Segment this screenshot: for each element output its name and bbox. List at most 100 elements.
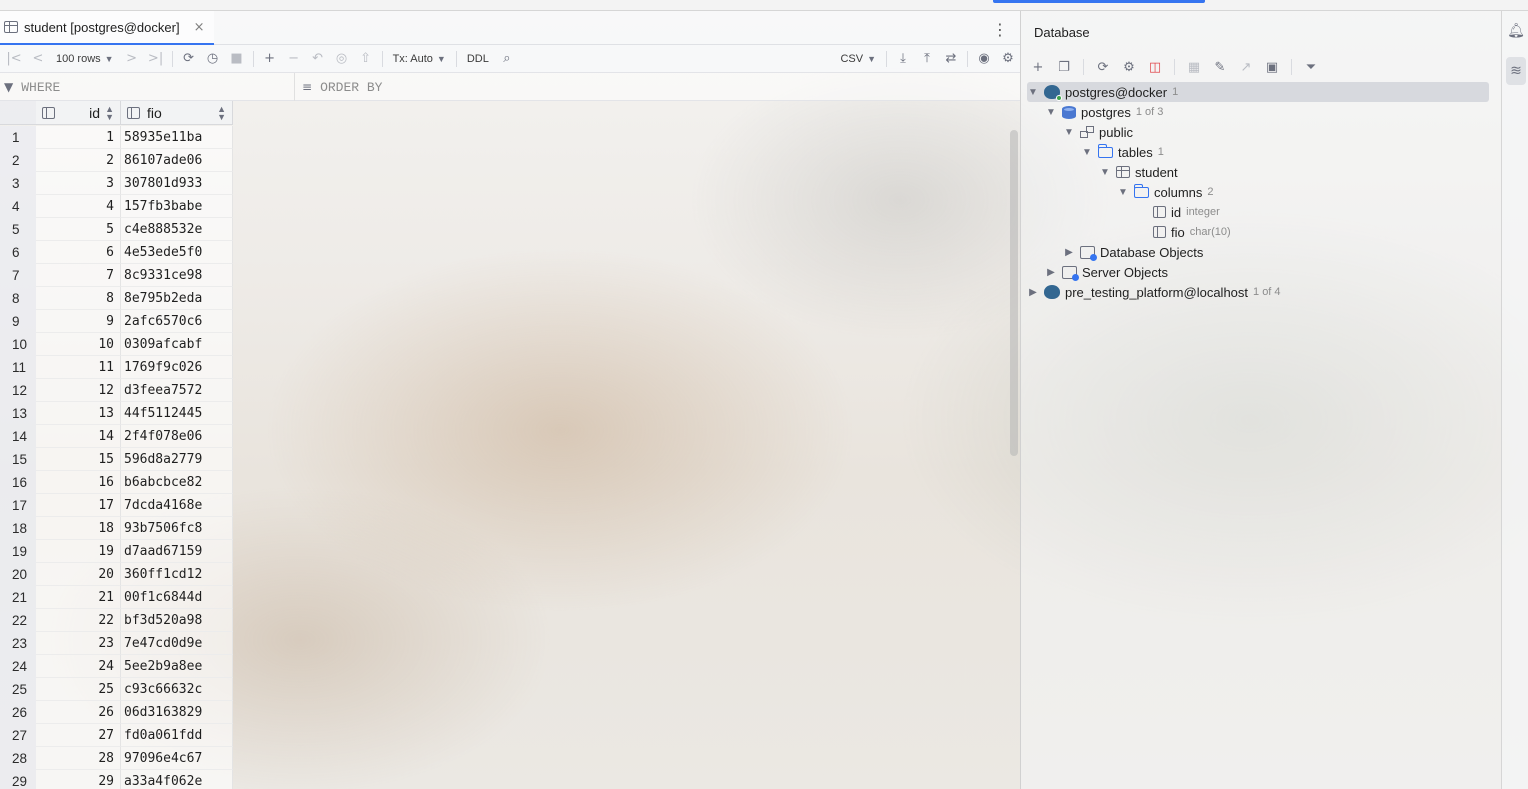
database-tool-icon[interactable]: ≋: [1506, 57, 1526, 85]
cell-fio[interactable]: 58935e11ba: [121, 126, 233, 149]
table-row[interactable]: 16 16 b6abcbce82: [0, 471, 233, 494]
table-row[interactable]: 25 25 c93c66632c: [0, 678, 233, 701]
download-icon[interactable]: ⤓: [891, 48, 915, 70]
where-filter[interactable]: ▼ WHERE: [0, 73, 295, 101]
table-row[interactable]: 8 8 8e795b2eda: [0, 287, 233, 310]
cell-id[interactable]: 9: [36, 310, 121, 333]
cell-fio[interactable]: 596d8a2779: [121, 448, 233, 471]
cell-fio[interactable]: fd0a061fdd: [121, 724, 233, 747]
table-row[interactable]: 29 29 a33a4f062e: [0, 770, 233, 789]
add-icon[interactable]: +: [1027, 56, 1049, 78]
add-row-icon[interactable]: +: [258, 48, 282, 70]
table-row[interactable]: 3 3 307801d933: [0, 172, 233, 195]
cell-id[interactable]: 1: [36, 126, 121, 149]
table-row[interactable]: 24 24 5ee2b9a8ee: [0, 655, 233, 678]
table-row[interactable]: 4 4 157fb3babe: [0, 195, 233, 218]
table-row[interactable]: 6 6 4e53ede5f0: [0, 241, 233, 264]
cell-fio[interactable]: bf3d520a98: [121, 609, 233, 632]
cell-fio[interactable]: 86107ade06: [121, 149, 233, 172]
more-options-icon[interactable]: ⋮: [992, 20, 1008, 39]
sort-icon[interactable]: ▲ ▼: [217, 105, 226, 122]
cell-fio[interactable]: c93c66632c: [121, 678, 233, 701]
cell-id[interactable]: 29: [36, 770, 121, 789]
search-icon[interactable]: ⌕: [495, 48, 519, 70]
chevron-right-icon[interactable]: ▶: [1045, 267, 1057, 278]
cell-id[interactable]: 2: [36, 149, 121, 172]
table-row[interactable]: 10 10 0309afcabf: [0, 333, 233, 356]
view-icon[interactable]: ◉: [972, 48, 996, 70]
chevron-down-icon[interactable]: ▼: [1045, 107, 1057, 118]
history-icon[interactable]: ◷: [201, 48, 225, 70]
stop-icon[interactable]: ■: [225, 48, 249, 70]
delete-row-icon[interactable]: −: [282, 48, 306, 70]
tree-node-public[interactable]: ▼ public: [1063, 122, 1133, 142]
cell-id[interactable]: 3: [36, 172, 121, 195]
table-row[interactable]: 17 17 7dcda4168e: [0, 494, 233, 517]
cell-fio[interactable]: c4e888532e: [121, 218, 233, 241]
cell-id[interactable]: 10: [36, 333, 121, 356]
table-row[interactable]: 13 13 44f5112445: [0, 402, 233, 425]
settings-icon[interactable]: ⚙: [1118, 56, 1140, 78]
cell-id[interactable]: 26: [36, 701, 121, 724]
cell-id[interactable]: 23: [36, 632, 121, 655]
copy-icon[interactable]: ❐: [1053, 56, 1075, 78]
cell-id[interactable]: 22: [36, 609, 121, 632]
cell-fio[interactable]: 06d3163829: [121, 701, 233, 724]
table-row[interactable]: 7 7 8c9331ce98: [0, 264, 233, 287]
cell-id[interactable]: 25: [36, 678, 121, 701]
order-by-filter[interactable]: ≡ ORDER BY: [296, 73, 1016, 101]
table-row[interactable]: 14 14 2f4f078e06: [0, 425, 233, 448]
first-page-icon[interactable]: |<: [2, 48, 26, 70]
cell-id[interactable]: 15: [36, 448, 121, 471]
cell-fio[interactable]: d7aad67159: [121, 540, 233, 563]
cell-id[interactable]: 19: [36, 540, 121, 563]
sort-icon[interactable]: ▲ ▼: [105, 105, 114, 122]
cell-fio[interactable]: 7e47cd0d9e: [121, 632, 233, 655]
settings-icon[interactable]: ⚙: [996, 48, 1020, 70]
disconnect-icon[interactable]: ◫: [1144, 56, 1166, 78]
ddl-button[interactable]: DDL: [461, 53, 495, 65]
cell-fio[interactable]: 157fb3babe: [121, 195, 233, 218]
tree-node-columns[interactable]: ▼ columns 2: [1117, 182, 1214, 202]
table-row[interactable]: 1 1 58935e11ba: [0, 126, 233, 149]
cell-fio[interactable]: 97096e4c67: [121, 747, 233, 770]
table-row[interactable]: 23 23 7e47cd0d9e: [0, 632, 233, 655]
cell-fio[interactable]: 0309afcabf: [121, 333, 233, 356]
tab-student[interactable]: student [postgres@docker] ×: [0, 11, 215, 45]
cell-fio[interactable]: 8e795b2eda: [121, 287, 233, 310]
tree-node-tables[interactable]: ▼ tables 1: [1081, 142, 1164, 162]
table-row[interactable]: 20 20 360ff1cd12: [0, 563, 233, 586]
cell-fio[interactable]: b6abcbce82: [121, 471, 233, 494]
cell-id[interactable]: 7: [36, 264, 121, 287]
submit-icon[interactable]: ⇧: [354, 48, 378, 70]
cell-id[interactable]: 5: [36, 218, 121, 241]
cell-id[interactable]: 17: [36, 494, 121, 517]
table-row[interactable]: 22 22 bf3d520a98: [0, 609, 233, 632]
cell-fio[interactable]: 2afc6570c6: [121, 310, 233, 333]
compare-icon[interactable]: ⇄: [939, 48, 963, 70]
chevron-down-icon[interactable]: ▼: [1117, 187, 1129, 198]
preview-changes-icon[interactable]: ◎: [330, 48, 354, 70]
cell-id[interactable]: 8: [36, 287, 121, 310]
cell-fio[interactable]: 1769f9c026: [121, 356, 233, 379]
tree-node-column-fio[interactable]: fio char(10): [1153, 222, 1231, 242]
next-page-icon[interactable]: >: [120, 48, 144, 70]
cell-id[interactable]: 12: [36, 379, 121, 402]
table-editor-icon[interactable]: ▦: [1183, 56, 1205, 78]
tree-node-pre-testing-platform[interactable]: ▶ pre_testing_platform@localhost 1 of 4: [1027, 282, 1280, 302]
page-size-select[interactable]: 100 rows ▼: [50, 53, 120, 65]
cell-id[interactable]: 11: [36, 356, 121, 379]
table-row[interactable]: 5 5 c4e888532e: [0, 218, 233, 241]
cell-id[interactable]: 20: [36, 563, 121, 586]
cell-fio[interactable]: 44f5112445: [121, 402, 233, 425]
chevron-down-icon[interactable]: ▼: [1063, 127, 1075, 138]
cell-fio[interactable]: 7dcda4168e: [121, 494, 233, 517]
cell-fio[interactable]: 2f4f078e06: [121, 425, 233, 448]
last-page-icon[interactable]: >|: [144, 48, 168, 70]
column-header-id[interactable]: id ▲ ▼: [36, 101, 121, 125]
cell-fio[interactable]: 8c9331ce98: [121, 264, 233, 287]
cell-fio[interactable]: 5ee2b9a8ee: [121, 655, 233, 678]
chevron-right-icon[interactable]: ▶: [1063, 247, 1075, 258]
table-row[interactable]: 18 18 93b7506fc8: [0, 517, 233, 540]
table-row[interactable]: 19 19 d7aad67159: [0, 540, 233, 563]
